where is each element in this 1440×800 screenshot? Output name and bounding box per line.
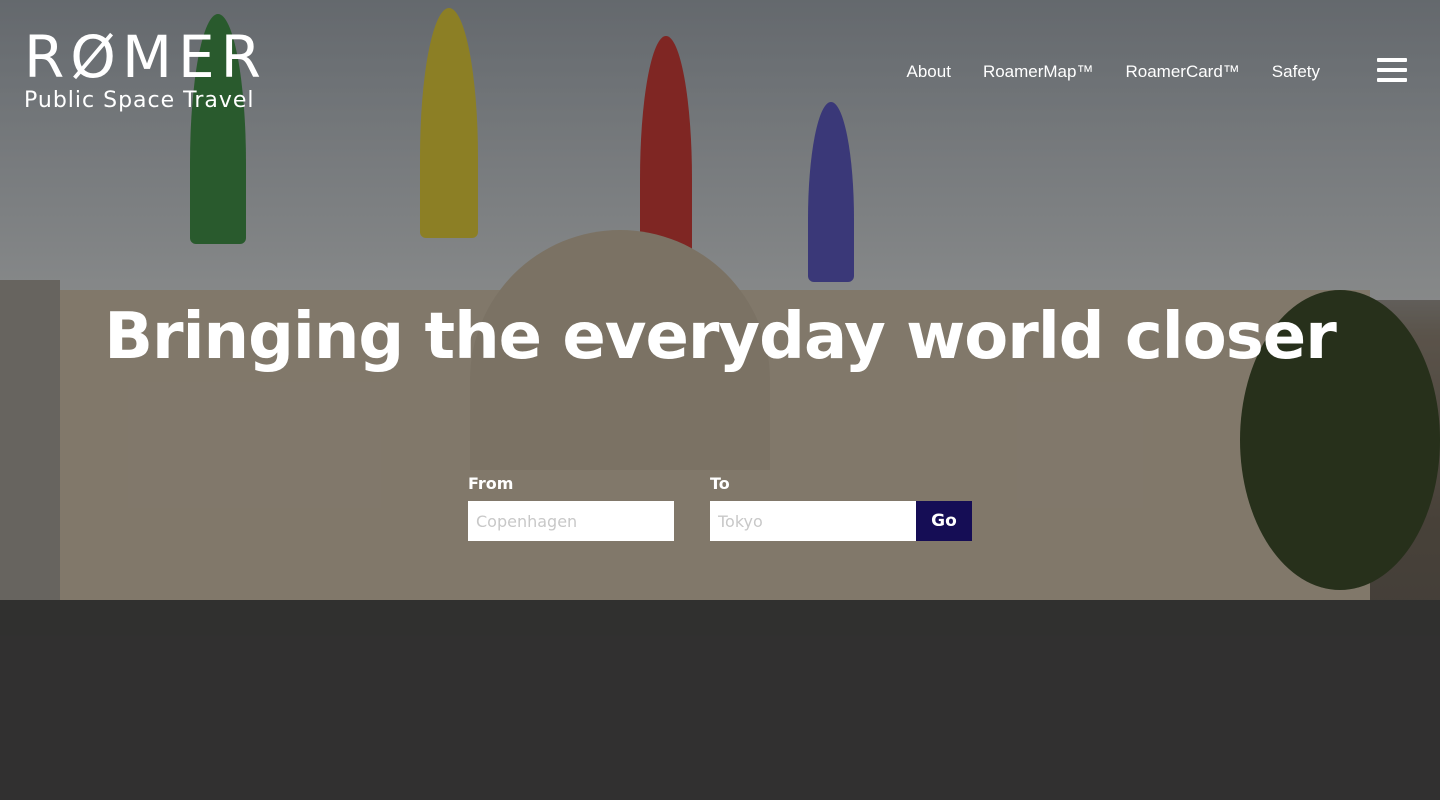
brand-name: RØMER [24,23,267,91]
hero-background [0,0,1440,800]
hero-headline: Bringing the everyday world closer [104,300,1337,374]
nav-roamercard[interactable]: RoamerCard™ [1125,62,1239,82]
hamburger-menu-icon[interactable] [1377,58,1407,84]
to-input[interactable] [710,501,916,541]
nav-about[interactable]: About [907,62,951,82]
from-label: From [468,474,514,493]
nav-roamermap[interactable]: RoamerMap™ [983,62,1094,82]
dark-overlay [0,0,1440,800]
nav-safety[interactable]: Safety [1272,62,1320,82]
main-nav: About RoamerMap™ RoamerCard™ Safety [907,62,1321,82]
from-input[interactable] [468,501,674,541]
brand-tagline: Public Space Travel [24,88,255,113]
brand-logo[interactable]: RØMER Public Space Travel [24,28,267,113]
to-label: To [710,474,730,493]
go-button[interactable]: Go [916,501,972,541]
